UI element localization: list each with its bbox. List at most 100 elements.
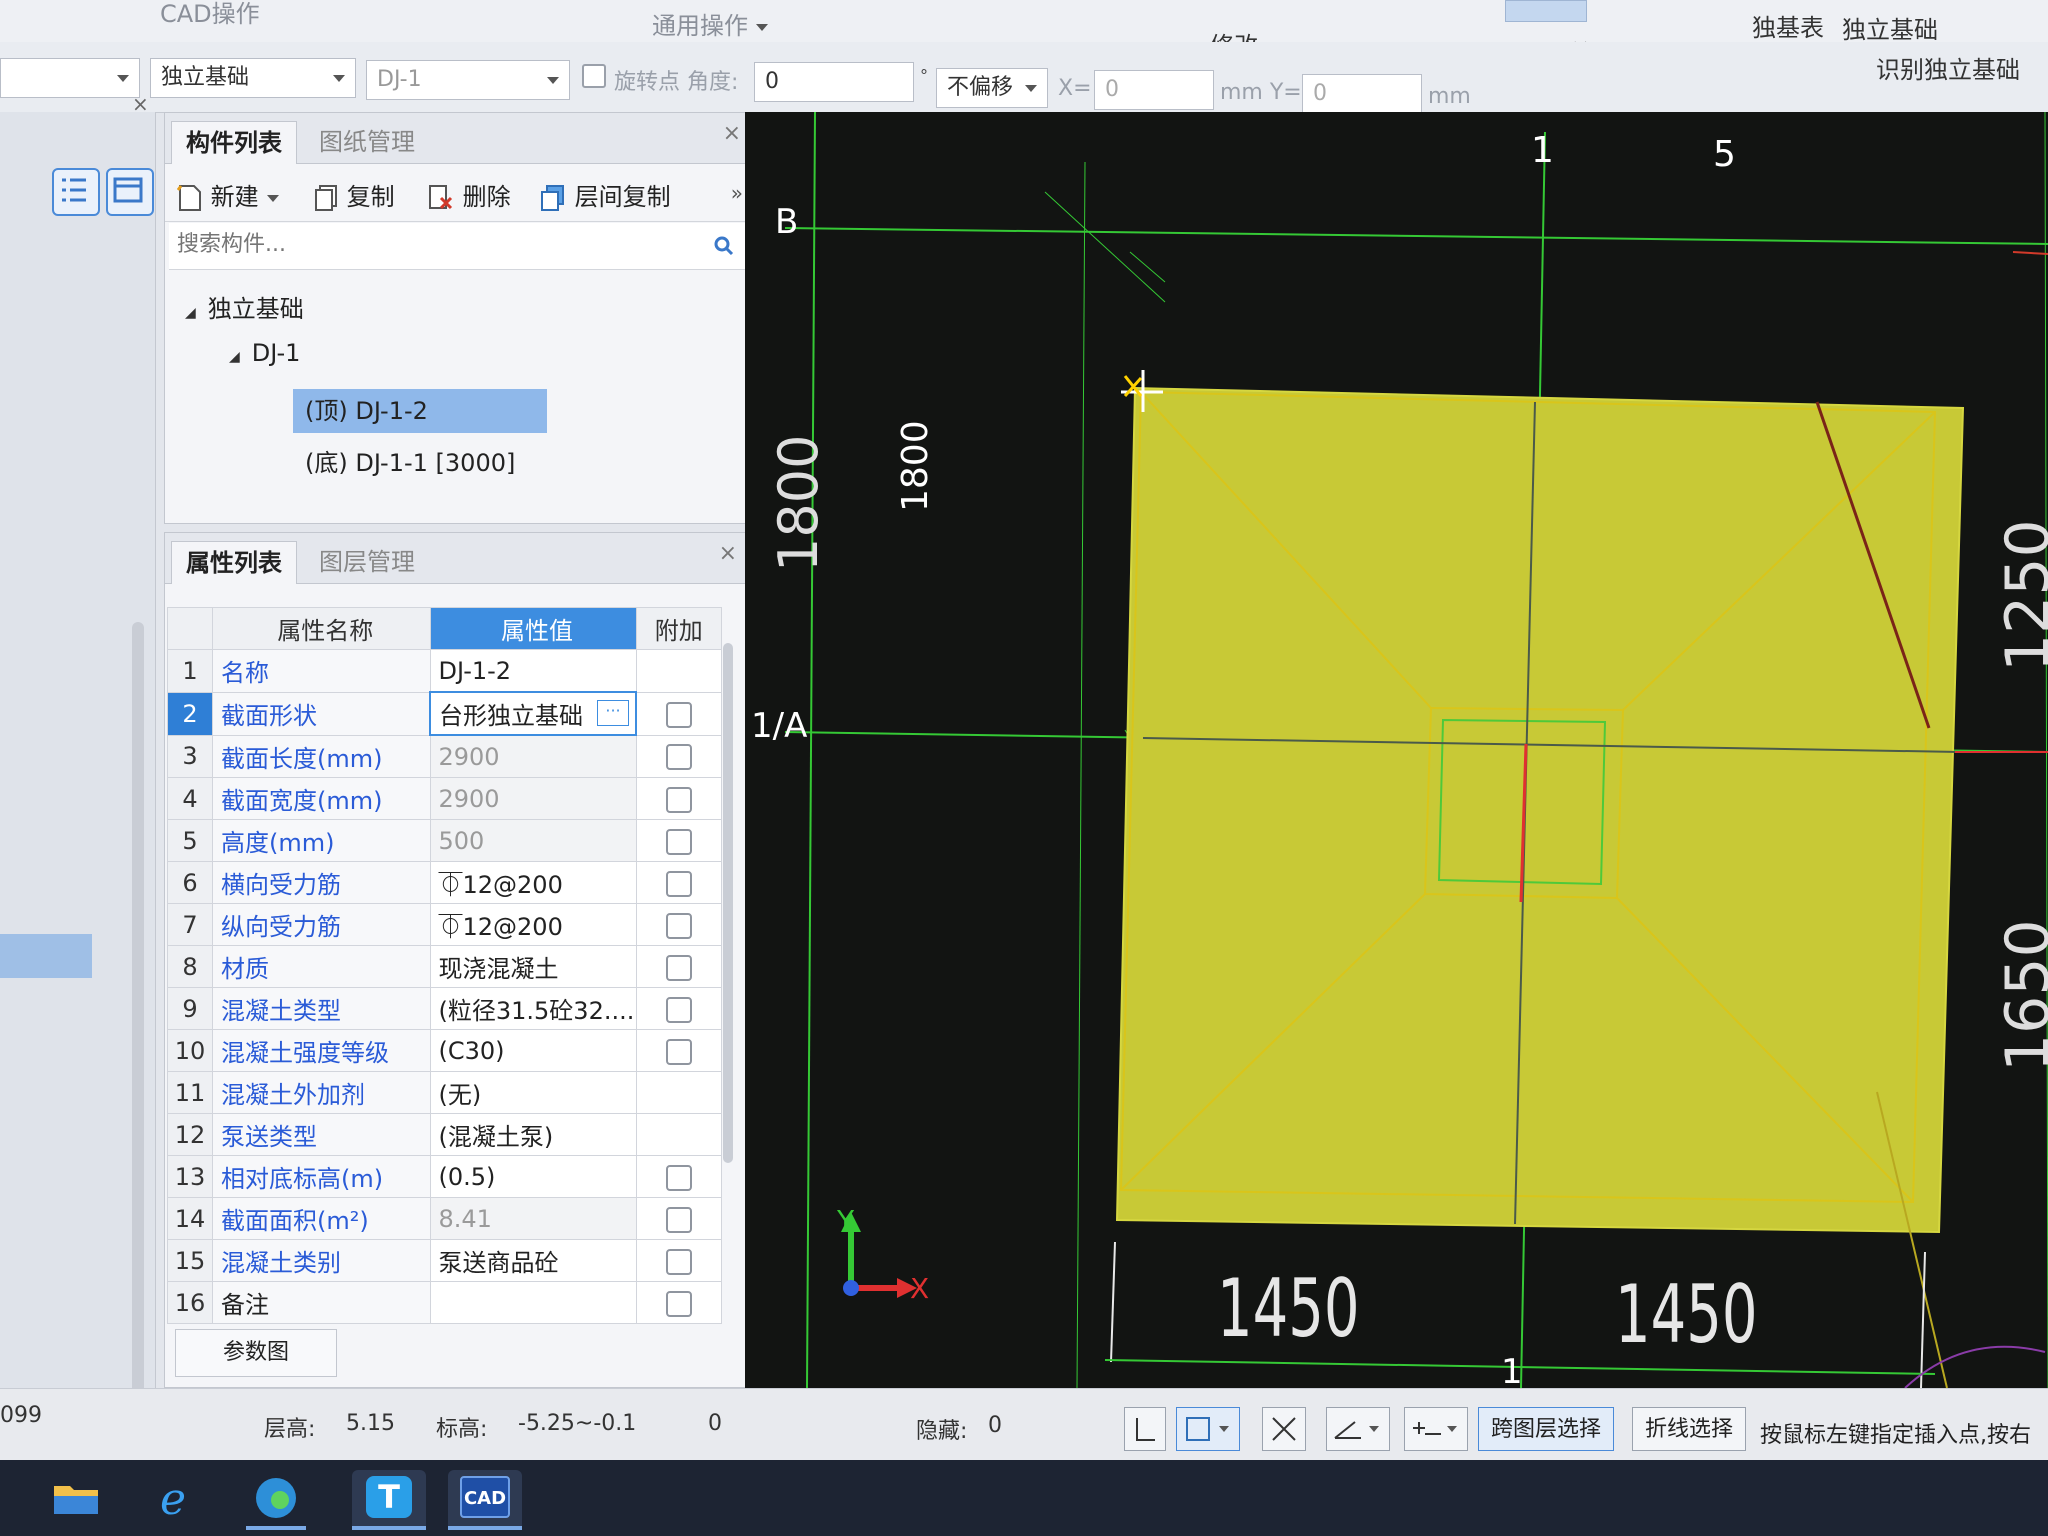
y-input[interactable]: 0 xyxy=(1302,74,1422,114)
property-value[interactable]: ⏁12@200 xyxy=(429,903,637,946)
tree-item-top-unit[interactable]: (顶) DJ-1-2 xyxy=(293,389,547,433)
search-icon[interactable] xyxy=(713,235,735,257)
x-input[interactable]: 0 xyxy=(1094,70,1214,110)
draw-mode-button[interactable] xyxy=(1505,0,1587,22)
table-row[interactable]: 6 横向受力筋 ⏁12@200 xyxy=(167,861,722,904)
property-value[interactable]: 现浇混凝土 xyxy=(429,945,637,988)
table-row[interactable]: 5 高度(mm) 500 xyxy=(167,819,722,862)
list-view-icon[interactable] xyxy=(52,168,100,216)
delete-button[interactable]: 删除 xyxy=(427,177,511,212)
more-icon[interactable]: ··· xyxy=(597,700,629,726)
extra-checkbox[interactable] xyxy=(665,912,692,939)
table-row[interactable]: 12 泵送类型 (混凝土泵) xyxy=(167,1113,722,1156)
ie-icon[interactable]: e xyxy=(146,1470,206,1526)
copy-button[interactable]: 复制 xyxy=(313,177,395,212)
extra-checkbox[interactable] xyxy=(665,870,692,897)
extra-checkbox[interactable] xyxy=(665,1248,692,1275)
ortho-icon[interactable] xyxy=(1124,1407,1166,1451)
extra-checkbox[interactable] xyxy=(665,1164,692,1191)
cad-app-icon[interactable]: CAD xyxy=(448,1470,522,1530)
table-row[interactable]: 1 名称 DJ-1-2 xyxy=(167,649,722,693)
nav-scrollbar[interactable] xyxy=(132,622,144,1462)
search-box[interactable] xyxy=(169,223,745,270)
param-diagram-button[interactable]: 参数图 xyxy=(175,1329,337,1377)
new-button[interactable]: 新建 xyxy=(176,177,279,212)
table-row[interactable]: 10 混凝土强度等级 (C30) xyxy=(167,1029,722,1072)
property-value[interactable] xyxy=(429,1281,637,1324)
table-row[interactable]: 13 相对底标高(m) (0.5) xyxy=(167,1155,722,1198)
tree-child[interactable]: ◢ DJ-1 xyxy=(229,339,300,367)
table-row[interactable]: 2 截面形状 台形独立基础 ··· xyxy=(167,691,722,736)
property-value[interactable]: (粒径31.5砼32.... xyxy=(429,987,637,1030)
edge-icon[interactable] xyxy=(246,1470,306,1530)
extra-checkbox[interactable] xyxy=(666,701,692,728)
tab-drawing-management[interactable]: 图纸管理 xyxy=(305,121,429,163)
property-value[interactable]: 2900 xyxy=(429,777,637,820)
ribbon-foundation[interactable]: 独立基础 xyxy=(1842,10,1938,45)
cad-canvas[interactable]: 1 5 B 1/A 1 1800 1800 1450 1450 1250 165… xyxy=(745,112,2048,1388)
property-value[interactable]: (混凝土泵) xyxy=(429,1113,637,1156)
property-value[interactable]: 8.41 xyxy=(429,1197,637,1240)
dimension-button[interactable] xyxy=(1404,1407,1468,1451)
extra-checkbox[interactable] xyxy=(665,828,692,855)
extra-checkbox[interactable] xyxy=(665,996,692,1023)
ribbon-identify-foundation[interactable]: 识别独立基础 xyxy=(1876,50,2020,85)
tree-root[interactable]: ◢ 独立基础 xyxy=(185,289,304,324)
ribbon-foundation-table[interactable]: 独基表 xyxy=(1752,8,1824,43)
property-scrollbar[interactable] xyxy=(723,643,733,1163)
table-row[interactable]: 16 备注 xyxy=(167,1281,722,1324)
property-value[interactable]: (无) xyxy=(429,1071,637,1114)
foundation-slab[interactable] xyxy=(1115,386,1965,1234)
property-value[interactable]: 泵送商品砼 xyxy=(429,1239,637,1282)
t-app-icon[interactable]: T xyxy=(352,1470,426,1530)
tab-component-list[interactable]: 构件列表 xyxy=(171,121,297,164)
component-name-select[interactable]: DJ-1 xyxy=(366,60,570,100)
table-row[interactable]: 8 材质 现浇混凝土 xyxy=(167,945,722,988)
tab-layer-management[interactable]: 图层管理 xyxy=(305,541,429,583)
component-type-select[interactable]: 独立基础 xyxy=(150,58,356,98)
more-actions-icon[interactable]: » xyxy=(731,181,743,205)
extra-checkbox[interactable] xyxy=(665,1038,692,1065)
cross-layer-select-button[interactable]: 跨图层选择 xyxy=(1478,1407,1615,1451)
floor-select[interactable] xyxy=(0,58,140,98)
file-explorer-icon[interactable] xyxy=(46,1470,106,1526)
extra-checkbox[interactable] xyxy=(665,786,692,813)
nav-selected-item[interactable] xyxy=(0,934,92,978)
table-row[interactable]: 14 截面面积(m²) 8.41 xyxy=(167,1197,722,1240)
offset-mode-select[interactable]: 不偏移 xyxy=(936,68,1048,108)
table-row[interactable]: 9 混凝土类型 (粒径31.5砼32.... xyxy=(167,987,722,1030)
polyline-select-button[interactable]: 折线选择 xyxy=(1632,1407,1747,1451)
cross-select-icon[interactable] xyxy=(1262,1407,1306,1451)
ribbon-cad-ops[interactable]: CAD操作 xyxy=(160,0,260,29)
drawing-area[interactable] xyxy=(745,112,2048,1388)
layer-copy-button[interactable]: 层间复制 xyxy=(539,177,671,212)
extra-checkbox[interactable] xyxy=(665,1290,692,1317)
search-input[interactable] xyxy=(175,231,679,258)
extra-checkbox[interactable] xyxy=(665,744,692,771)
close-icon[interactable]: × xyxy=(723,121,741,146)
property-value[interactable]: (C30) xyxy=(429,1029,637,1072)
snap-mode-button[interactable] xyxy=(1176,1407,1240,1451)
table-row[interactable]: 7 纵向受力筋 ⏁12@200 xyxy=(167,903,722,946)
ribbon-common-ops[interactable]: 通用操作 xyxy=(652,6,768,41)
table-row[interactable]: 4 截面宽度(mm) 2900 xyxy=(167,777,722,820)
extra-checkbox[interactable] xyxy=(665,1206,692,1233)
property-value[interactable]: DJ-1-2 xyxy=(429,649,637,693)
tree-item-bottom-unit[interactable]: (底) DJ-1-1 [3000] xyxy=(305,441,515,485)
angle-input[interactable]: 0 xyxy=(754,62,914,102)
property-value[interactable]: (0.5) xyxy=(429,1155,637,1198)
extra-checkbox[interactable] xyxy=(665,954,692,981)
close-icon[interactable]: × xyxy=(132,92,149,116)
rotate-point-checkbox[interactable] xyxy=(582,64,606,88)
table-row[interactable]: 15 混凝土类别 泵送商品砼 xyxy=(167,1239,722,1282)
tab-property-list[interactable]: 属性列表 xyxy=(171,541,297,584)
table-row[interactable]: 11 混凝土外加剂 (无) xyxy=(167,1071,722,1114)
property-value[interactable]: ⏁12@200 xyxy=(429,861,637,904)
card-view-icon[interactable] xyxy=(106,168,154,216)
angle-snap-button[interactable] xyxy=(1326,1407,1390,1451)
property-value[interactable]: 500 xyxy=(429,819,637,862)
table-row[interactable]: 3 截面长度(mm) 2900 xyxy=(167,734,722,778)
property-value[interactable]: 2900 xyxy=(429,734,637,778)
close-icon[interactable]: × xyxy=(719,541,737,566)
property-value-editor[interactable]: 台形独立基础 ··· xyxy=(429,691,637,736)
